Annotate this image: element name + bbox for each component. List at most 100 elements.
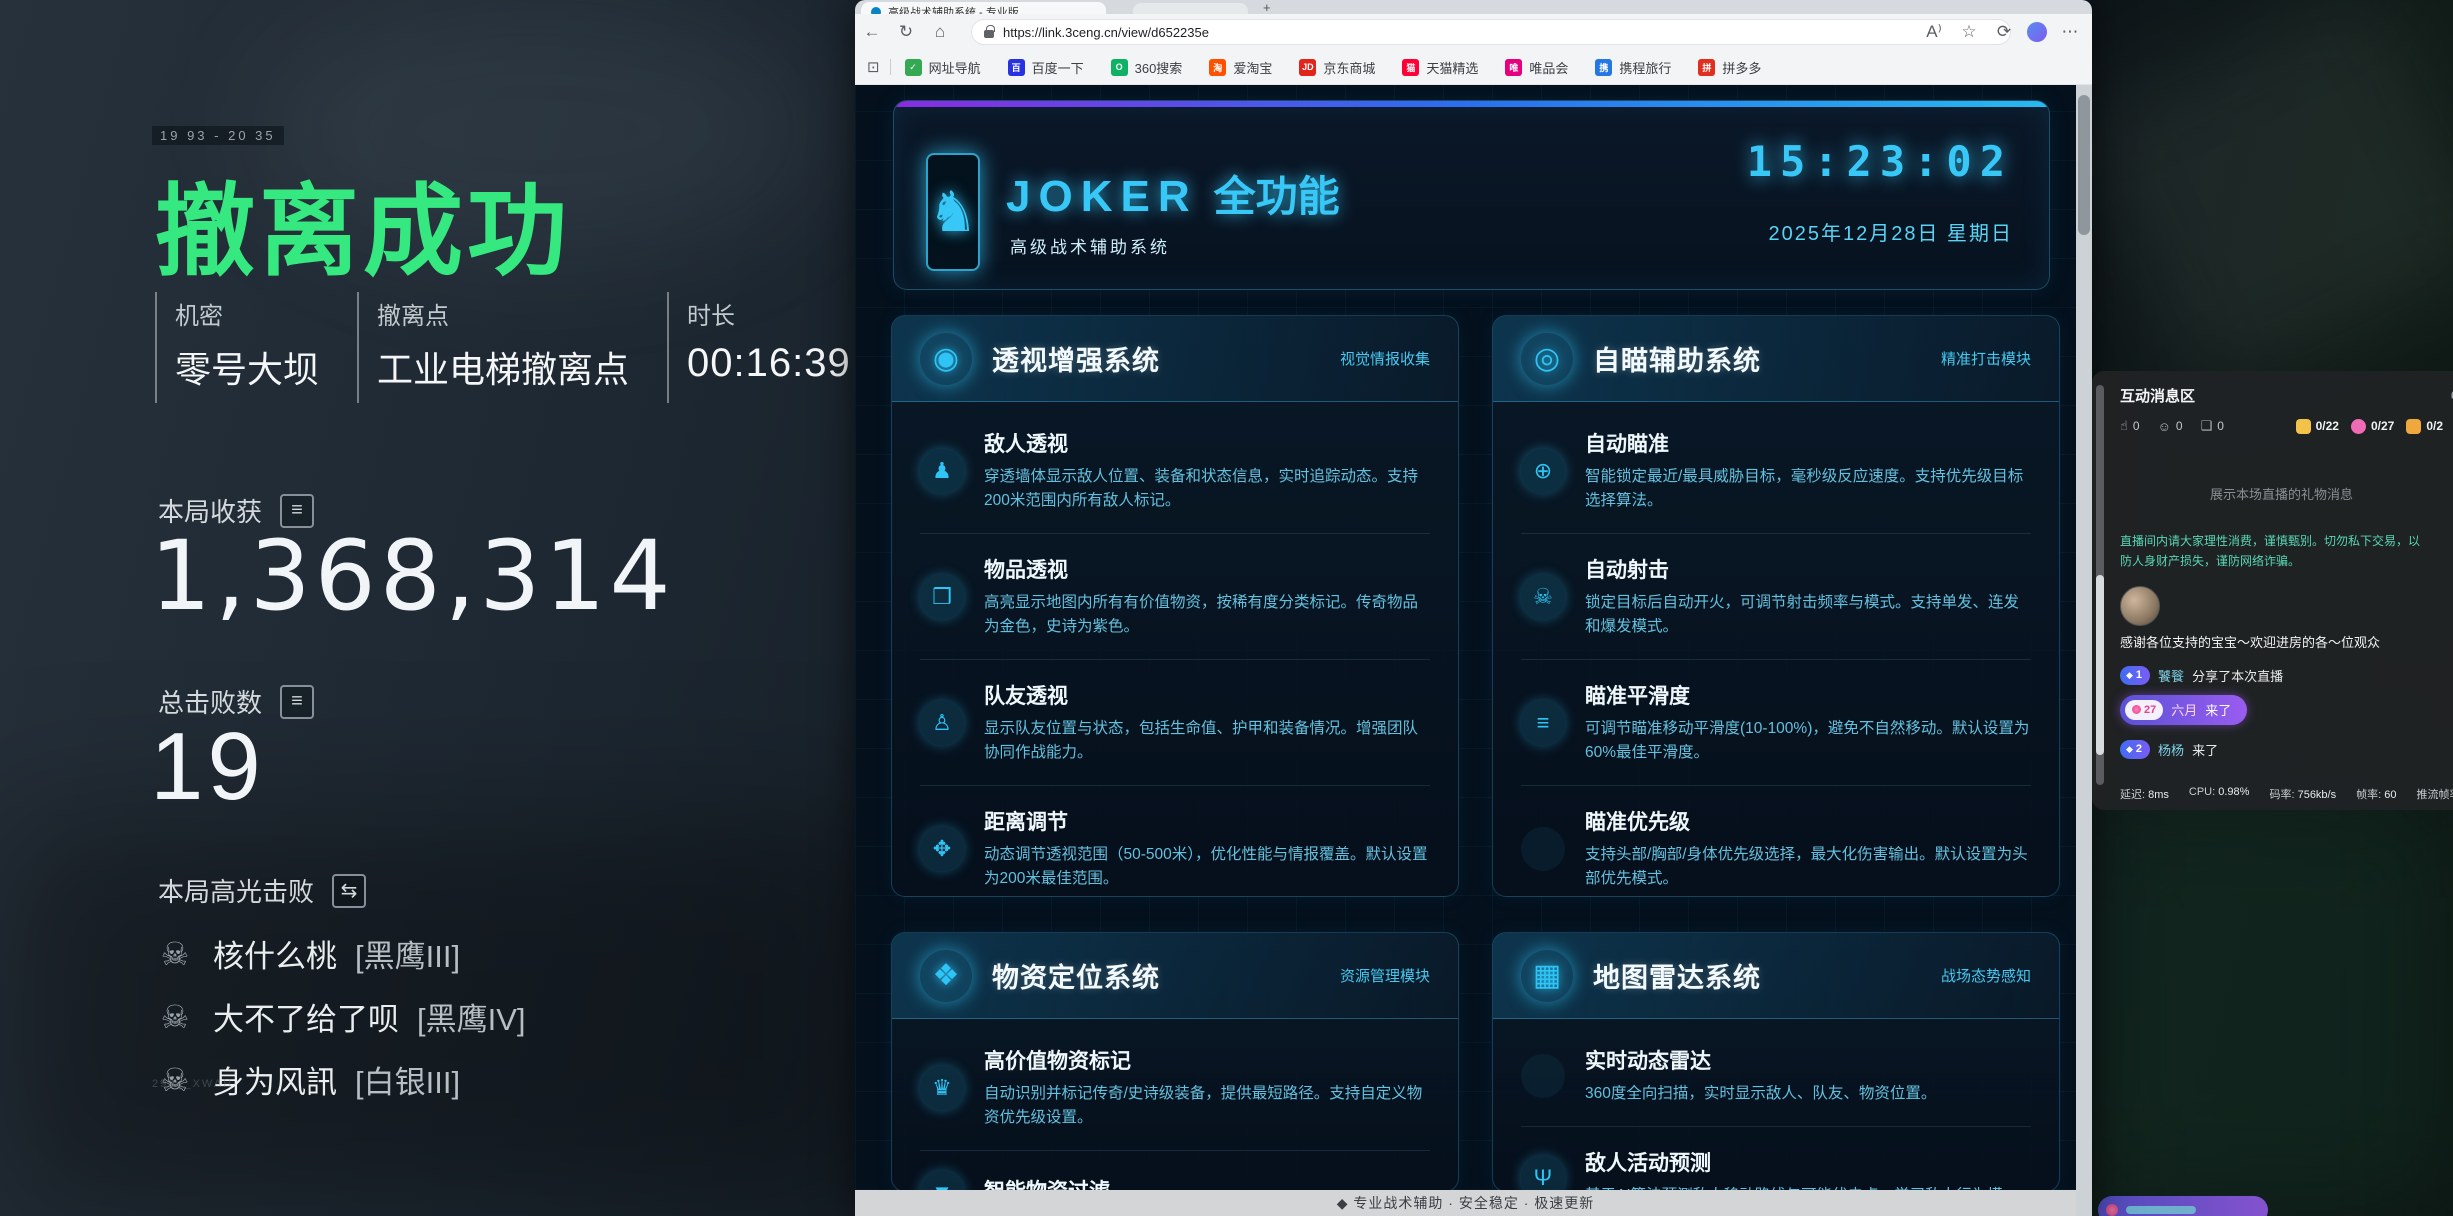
- panel-counter-row: ☝ 0 ☺ 0 ❑ 0 0/22 0/27 0/2: [2120, 418, 2443, 434]
- bookmark-favicon: ✓: [905, 59, 922, 76]
- live-interaction-panel: 互动消息区 ☝ 0 ☺ 0 ❑ 0 0/22 0/27 0/2: [2092, 371, 2453, 810]
- match-stats-row: 机密 零号大坝 撤离点 工业电梯撤离点 时长 00:16:39: [155, 292, 889, 403]
- bookmark-item[interactable]: ✓ 网址导航: [905, 58, 981, 77]
- bookmark-favicon: 拼: [1698, 59, 1715, 76]
- read-aloud-icon[interactable]: A⁾: [1922, 22, 1946, 42]
- bookmark-favicon: 百: [1008, 59, 1025, 76]
- bookmark-item[interactable]: 携 携程旅行: [1595, 58, 1671, 77]
- feature-item: Ψ 敌人活动预测 基于AI算法预测敌人移动路线与可能伏击点。学习敌人行为模: [1521, 1126, 2031, 1190]
- panel-scrollbar[interactable]: [2096, 385, 2104, 785]
- gift-empty-hint: 展示本场直播的礼物消息: [2120, 484, 2443, 503]
- map-icon: ▦: [1521, 950, 1573, 1002]
- target-icon: ◎: [1521, 333, 1573, 385]
- bitrate-stat: 码率: 756kb/s: [2269, 786, 2336, 802]
- feature-item: ☠ 自动射击 锁定目标后自动开火，可调节射击频率与模式。支持单发、连发和爆发模式…: [1521, 533, 2031, 639]
- kill-row: ☠ 核什么桃 [黑鹰III]: [155, 922, 526, 985]
- thumbs-up-icon: ☝: [2120, 418, 2128, 434]
- refresh-icon[interactable]: ↻: [889, 22, 923, 42]
- extraction-success-title: 撤离成功: [155, 150, 571, 295]
- highlight-swap-icon[interactable]: ⇆: [332, 874, 366, 908]
- url-text[interactable]: https://link.3ceng.cn/view/d652235e: [1003, 25, 1209, 40]
- feature-item: ≡ 瞄准平滑度 可调节瞄准移动平滑度(10-100%)，避免不自然移动。默认设置…: [1521, 659, 2031, 765]
- enemy-group-icon: ♟: [920, 449, 964, 493]
- stat-duration: 时长 00:16:39: [667, 292, 851, 403]
- cube-icon: ❖: [920, 950, 972, 1002]
- new-tab-button[interactable]: +: [1263, 0, 1271, 14]
- favorite-star-icon[interactable]: ☆: [1957, 22, 1981, 42]
- feature-item: ♛ 高价值物资标记 自动识别并标记传奇/史诗级装备，提供最短路径。支持自定义物资…: [920, 1045, 1430, 1130]
- feature-item: ✥ 距离调节 动态调节透视范围（50-500米），优化性能与情报覆盖。默认设置为…: [920, 785, 1430, 891]
- latency-stat: 延迟: 8ms: [2120, 786, 2169, 802]
- feature-card-radar: ▦ 地图雷达系统 战场态势感知 实时动态雷达 360度全向扫描，实时显示敌人、队…: [1492, 932, 2060, 1190]
- browser-scrollbar[interactable]: [2076, 85, 2092, 1216]
- kills-total-value: 19: [150, 712, 265, 822]
- kills-detail-list-icon[interactable]: ≡: [280, 685, 314, 719]
- bookmark-item[interactable]: 猫 天猫精选: [1402, 58, 1478, 77]
- sync-icon[interactable]: ⟳: [1992, 22, 2016, 42]
- brand-title: JOKER 全功能: [1006, 163, 1340, 224]
- back-icon[interactable]: ←: [855, 22, 889, 42]
- enemy-skull-icon: ☠: [155, 998, 195, 1036]
- stat-map: 机密 零号大坝: [155, 292, 319, 403]
- bookmark-item[interactable]: JD 京东商城: [1299, 58, 1375, 77]
- scrollbar-thumb[interactable]: [2078, 95, 2090, 235]
- chat-message: ◆1 饕餮 分享了本次直播: [2120, 666, 2443, 685]
- bookmark-favicon: 淘: [1209, 59, 1226, 76]
- card-header: ◉ 透视增强系统 视觉情报收集: [892, 316, 1458, 402]
- feature-item: 实时动态雷达 360度全向扫描，实时显示敌人、队友、物资位置。: [1521, 1045, 2031, 1106]
- streamer-avatar[interactable]: [2120, 586, 2160, 626]
- hud-watermark: 290__XWAH: [152, 1078, 233, 1090]
- cpu-stat: CPU: 0.98%: [2189, 786, 2250, 802]
- page-footer-bar: ◆ 专业战术辅助 · 安全稳定 · 极速更新: [855, 1190, 2076, 1216]
- feature-item: ▼ 智能物资过滤: [920, 1150, 1430, 1190]
- beer-quota: 0/2: [2406, 419, 2443, 434]
- filter-funnel-icon: ▼: [920, 1171, 964, 1190]
- eye-icon: ◉: [920, 333, 972, 385]
- gift-counter: ❑ 0: [2201, 418, 2224, 434]
- card-header: ❖ 物资定位系统 资源管理模块: [892, 933, 1458, 1019]
- level-badge: ◆2: [2120, 740, 2150, 759]
- browser-active-tab[interactable]: 高级战术辅助系统 - 专业版: [861, 2, 1106, 14]
- bookmark-item[interactable]: 唯 唯品会: [1505, 58, 1568, 77]
- brand-subtitle: 高级战术辅助系统: [1010, 233, 1170, 258]
- viewer-icon: ☺: [2158, 419, 2171, 434]
- item-box-icon: ❒: [920, 575, 964, 619]
- bookmark-item[interactable]: 百 百度一下: [1008, 58, 1084, 77]
- vip-fan-icon: [2132, 705, 2141, 714]
- streamer-message: 感谢各位支持的宝宝～欢迎进房的各～位观众: [2120, 632, 2443, 651]
- tab-favicon: [871, 7, 881, 14]
- browser-tab-strip: 高级战术辅助系统 - 专业版 +: [855, 0, 2092, 14]
- vip-fan-icon: [2106, 1204, 2118, 1216]
- teammate-shield-icon: ♙: [920, 701, 964, 745]
- stream-stats-bar: 延迟: 8ms CPU: 0.98% 码率: 756kb/s 帧率: 60 推流…: [2120, 786, 2453, 802]
- fps-stat: 帧率: 60: [2356, 786, 2396, 802]
- panel-scrollbar-thumb[interactable]: [2096, 575, 2104, 755]
- sidebar-toggle-icon[interactable]: ⊡: [867, 58, 880, 76]
- footer-note: ◆ 专业战术辅助 · 安全稳定 · 极速更新: [1337, 1193, 1595, 1213]
- crosshair-icon: ⊕: [1521, 449, 1565, 493]
- profile-avatar[interactable]: [2027, 22, 2047, 42]
- lollipop-quota: 0/27: [2351, 419, 2394, 434]
- secure-lock-icon: [984, 30, 994, 38]
- bookmarks-bar: ⊡ ✓ 网址导航 百 百度一下 O 360搜索 淘 爱淘宝 JD 京东商城 猫 …: [855, 50, 2092, 85]
- menu-ellipsis-icon[interactable]: ⋯: [2058, 22, 2082, 42]
- viewer-counter: ☺ 0: [2158, 419, 2183, 434]
- card-header: ▦ 地图雷达系统 战场态势感知: [1493, 933, 2059, 1019]
- browser-navbar: ← ↻ ⌂ https://link.3ceng.cn/view/d652235…: [855, 14, 2092, 50]
- antenna-icon: Ψ: [1521, 1156, 1565, 1190]
- joker-logo: ♞: [926, 153, 980, 271]
- webpage-content: ♞ JOKER 全功能 高级战术辅助系统 15:23:02 2025年12月28…: [855, 85, 2076, 1190]
- browser-second-tab[interactable]: [1133, 3, 1248, 14]
- address-bar[interactable]: https://link.3ceng.cn/view/d652235e: [971, 19, 2011, 45]
- bookmark-item[interactable]: 拼 拼多多: [1698, 58, 1761, 77]
- bookmark-item[interactable]: O 360搜索: [1111, 58, 1183, 77]
- bookmark-item[interactable]: 淘 爱淘宝: [1209, 58, 1272, 77]
- card-header: ◎ 自瞄辅助系统 精准打击模块: [1493, 316, 2059, 402]
- digital-clock: 15:23:02: [1747, 137, 2013, 186]
- enemy-skull-icon: ☠: [155, 935, 195, 973]
- home-icon[interactable]: ⌂: [923, 22, 957, 42]
- feature-item: ⊕ 自动瞄准 智能锁定最近/最具威胁目标，毫秒级反应速度。支持优先级目标选择算法…: [1521, 428, 2031, 513]
- feature-card-aimbot: ◎ 自瞄辅助系统 精准打击模块 ⊕ 自动瞄准 智能锁定最近/最具威胁目标，毫秒级…: [1492, 315, 2060, 897]
- level-badge: ◆1: [2120, 666, 2150, 685]
- feature-item: ❒ 物品透视 高亮显示地图内所有有价值物资，按稀有度分类标记。传奇物品为金色，史…: [920, 533, 1430, 639]
